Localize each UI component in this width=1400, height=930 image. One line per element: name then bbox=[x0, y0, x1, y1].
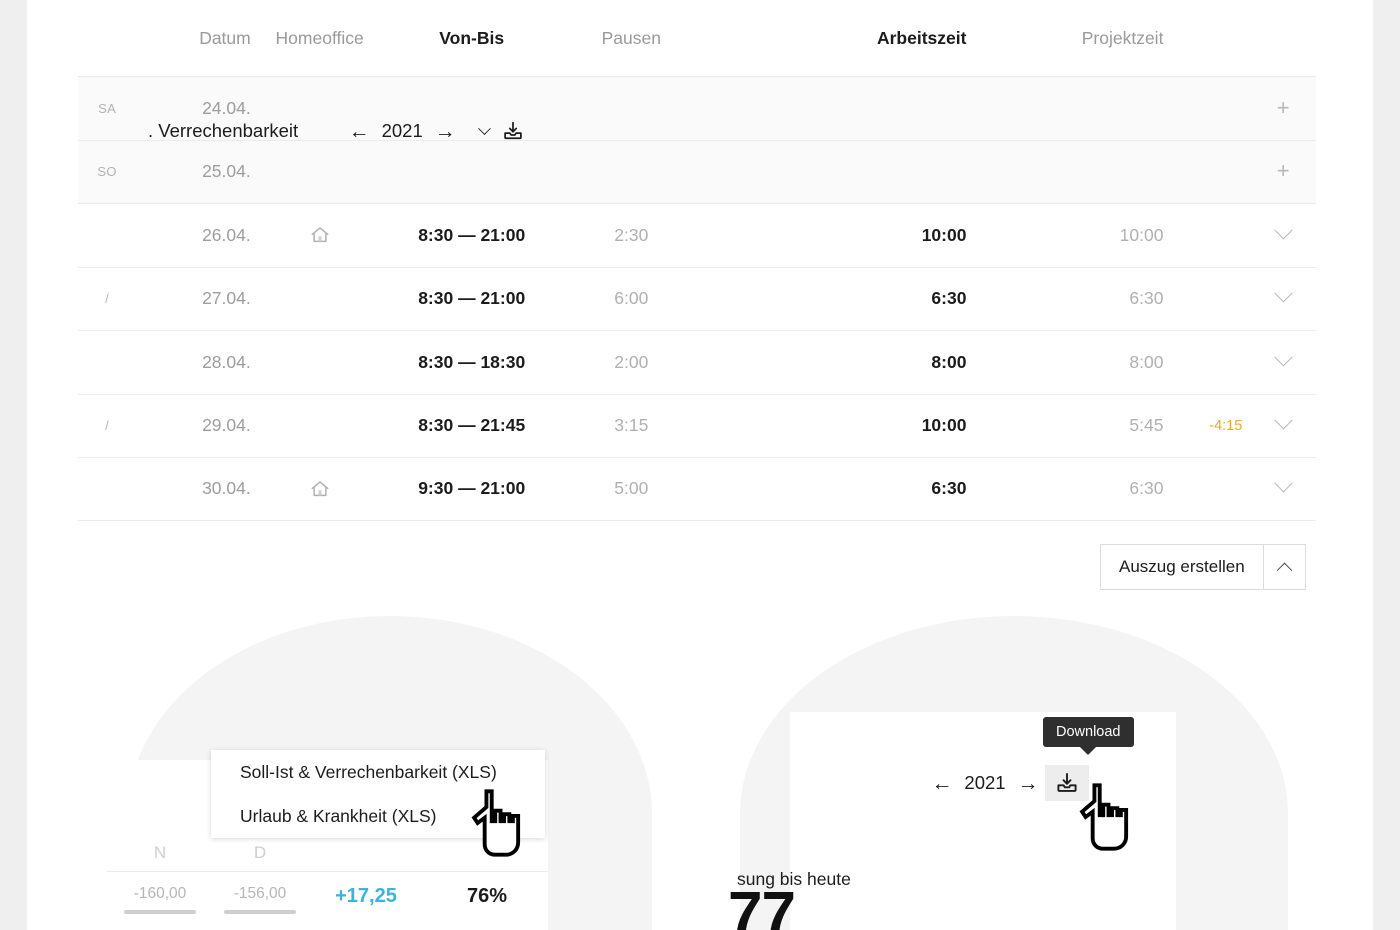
value-saldo: +17,25 bbox=[335, 885, 397, 907]
dashboard-gutter-left bbox=[0, 612, 27, 930]
cell-arbeitszeit: 10:00 bbox=[921, 415, 967, 436]
chevron-down-icon[interactable] bbox=[1273, 347, 1293, 367]
cell-von-bis: 8:30 — 18:30 bbox=[418, 351, 526, 372]
value-d: -156,00 bbox=[233, 885, 287, 902]
widget-right-year-nav: ← 2021 → bbox=[925, 765, 1089, 801]
cell-projektzeit: 5:45 bbox=[1129, 415, 1164, 436]
cell-row-action[interactable]: + bbox=[1250, 160, 1316, 183]
widget-left-year-value: 2021 bbox=[381, 120, 423, 141]
cell-pausen: 3:15 bbox=[614, 415, 649, 436]
value-d-bar bbox=[224, 910, 296, 914]
widget-left-values: -160,00 -156,00 +17,25 76% bbox=[106, 885, 548, 930]
dashboard-gutter-right bbox=[1373, 612, 1400, 930]
page-root: Datum Homeoffice Von-Bis Pausen Arbeitsz… bbox=[0, 0, 1400, 930]
cell-row-action[interactable]: + bbox=[1250, 95, 1316, 120]
chevron-down-icon[interactable] bbox=[1273, 220, 1293, 240]
value-n-bar bbox=[124, 910, 196, 914]
cell-von-bis: 9:30 — 21:00 bbox=[418, 478, 526, 499]
cell-pausen: 2:00 bbox=[614, 351, 649, 372]
auszug-erstellen-button-group[interactable]: Auszug erstellen bbox=[1100, 544, 1306, 590]
cell-projektzeit: 6:30 bbox=[1129, 478, 1164, 499]
cell-pausen: 2:30 bbox=[614, 224, 649, 245]
cell-weekday: SA bbox=[98, 100, 117, 116]
download-icon[interactable] bbox=[497, 116, 529, 146]
cell-homeoffice bbox=[257, 478, 383, 500]
home-icon bbox=[257, 478, 383, 500]
column-header-datum: Datum bbox=[199, 27, 251, 48]
cell-projektzeit: 8:00 bbox=[1129, 351, 1164, 372]
plus-icon[interactable]: + bbox=[1277, 158, 1290, 183]
mouse-cursor-hand-left bbox=[468, 786, 526, 860]
cell-datum: 27.04. bbox=[202, 288, 251, 309]
chevron-down-icon[interactable] bbox=[478, 121, 492, 135]
widget-left-header: . Verrechenbarkeit ← 2021 → bbox=[148, 116, 529, 146]
cell-datum: 30.04. bbox=[202, 478, 251, 499]
table-row[interactable]: 28.04. 8:30 — 18:30 2:00 8:00 8:00 bbox=[78, 330, 1316, 394]
table-row[interactable]: 26.04. 8:30 — 21:00 2:30 10:00 10:00 bbox=[78, 203, 1316, 267]
cell-projektzeit: 10:00 bbox=[1119, 224, 1164, 245]
chevron-down-icon[interactable] bbox=[1273, 474, 1293, 493]
cell-row-action[interactable] bbox=[1250, 411, 1316, 436]
column-header-arbeitszeit: Arbeitszeit bbox=[876, 27, 967, 48]
chevron-down-icon[interactable] bbox=[1273, 284, 1293, 303]
prev-year-arrow-icon[interactable]: ← bbox=[342, 116, 376, 146]
cell-weekday: / bbox=[105, 418, 110, 434]
cell-datum: 25.04. bbox=[202, 161, 251, 182]
table-row[interactable]: SO 25.04. + bbox=[78, 139, 1316, 203]
cell-differenz: -4:15 bbox=[1209, 417, 1243, 434]
cell-weekday: SO bbox=[97, 164, 117, 180]
auszug-dropdown-toggle[interactable] bbox=[1262, 545, 1305, 589]
dashboard-area bbox=[0, 612, 1400, 930]
cell-arbeitszeit: 10:00 bbox=[921, 224, 967, 245]
cell-row-action[interactable] bbox=[1250, 347, 1316, 373]
cell-row-action[interactable] bbox=[1250, 474, 1316, 499]
value-n: -160,00 bbox=[133, 885, 187, 902]
cell-arbeitszeit: 6:30 bbox=[931, 478, 967, 499]
next-year-arrow-icon-right[interactable]: → bbox=[1011, 768, 1045, 798]
cell-datum: 26.04. bbox=[202, 224, 251, 245]
table-row[interactable]: 30.04. 9:30 — 21:00 5:00 6:30 6:30 bbox=[78, 457, 1316, 521]
cell-weekday: / bbox=[105, 291, 110, 307]
page-gutter-left bbox=[0, 0, 27, 612]
cell-datum: 28.04. bbox=[202, 351, 251, 372]
page-gutter-right bbox=[1373, 0, 1400, 612]
widget-left-year-nav: ← 2021 → bbox=[342, 116, 529, 146]
column-header-homeoffice: Homeoffice bbox=[275, 27, 364, 48]
next-year-arrow-icon[interactable]: → bbox=[428, 116, 462, 146]
mini-column-d: D bbox=[253, 843, 267, 862]
cell-von-bis: 8:30 — 21:45 bbox=[418, 415, 526, 436]
home-icon bbox=[257, 224, 383, 246]
cell-row-action[interactable] bbox=[1250, 220, 1316, 246]
table-row[interactable]: / 27.04. 8:30 — 21:00 6:00 6:30 6:30 bbox=[78, 266, 1316, 331]
table-row[interactable]: / 29.04. 8:30 — 21:45 3:15 10:00 5:45 -4:15 bbox=[78, 393, 1316, 458]
cell-row-action[interactable] bbox=[1250, 284, 1316, 309]
widget-right-year-value: 2021 bbox=[964, 772, 1006, 793]
cell-von-bis: 8:30 — 21:00 bbox=[418, 224, 526, 245]
auszug-erstellen-button[interactable]: Auszug erstellen bbox=[1101, 545, 1263, 589]
widget-right-big-value: 77 bbox=[728, 880, 796, 930]
timesheet-table: Datum Homeoffice Von-Bis Pausen Arbeitsz… bbox=[78, 0, 1316, 521]
cell-datum: 29.04. bbox=[202, 415, 251, 436]
column-header-projektzeit: Projektzeit bbox=[1081, 27, 1164, 48]
table-header-row: Datum Homeoffice Von-Bis Pausen Arbeitsz… bbox=[78, 0, 1316, 76]
plus-icon[interactable]: + bbox=[1277, 95, 1290, 120]
cell-pausen: 6:00 bbox=[614, 288, 649, 309]
column-header-pausen: Pausen bbox=[601, 27, 661, 48]
chevron-down-icon[interactable] bbox=[1273, 411, 1293, 430]
cell-arbeitszeit: 8:00 bbox=[931, 351, 967, 372]
widget-left-divider bbox=[106, 871, 548, 872]
mini-column-n: N bbox=[153, 843, 167, 862]
prev-year-arrow-icon-right[interactable]: ← bbox=[925, 768, 959, 798]
mouse-cursor-hand-right bbox=[1076, 780, 1134, 854]
cell-arbeitszeit: 6:30 bbox=[931, 288, 967, 309]
chevron-up-icon bbox=[1276, 562, 1292, 578]
value-percent: 76% bbox=[466, 885, 508, 907]
download-tooltip: Download bbox=[1043, 717, 1134, 747]
widget-left-title: . Verrechenbarkeit bbox=[148, 120, 299, 141]
cell-projektzeit: 6:30 bbox=[1129, 288, 1164, 309]
cell-homeoffice bbox=[257, 224, 383, 246]
column-header-von-bis: Von-Bis bbox=[439, 27, 505, 48]
cell-pausen: 5:00 bbox=[614, 478, 649, 499]
cell-von-bis: 8:30 — 21:00 bbox=[418, 288, 526, 309]
